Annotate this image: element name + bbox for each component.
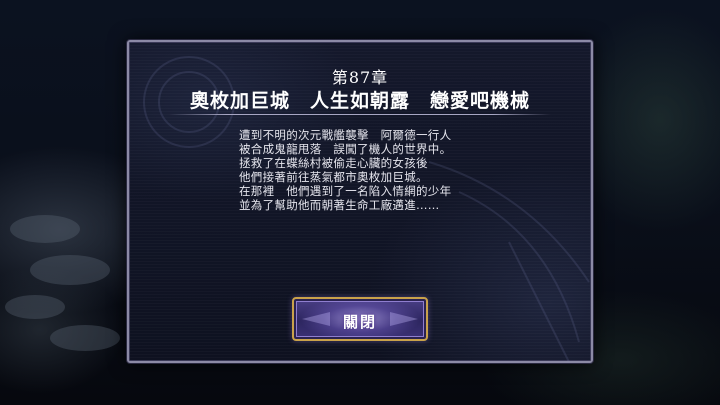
chapter-title: 奧枚加巨城 人生如朝露 戀愛吧機械 xyxy=(189,90,530,112)
close-button-label: 關閉 xyxy=(342,313,377,331)
background-stone xyxy=(30,255,110,285)
synopsis-line: 遭到不明的次元戰艦襲擊 阿爾德一行人 xyxy=(239,128,452,142)
close-button[interactable]: 關閉 xyxy=(292,297,428,341)
background-stone xyxy=(5,295,65,319)
synopsis-line: 並為了幫助他而朝著生命工廠邁進…… xyxy=(239,198,440,212)
title-divider xyxy=(169,114,551,115)
chapter-number: 第87章 xyxy=(331,68,389,87)
chapter-dialog: 第87章 奧枚加巨城 人生如朝露 戀愛吧機械 遭到不明的次元戰艦襲擊 阿爾德一行… xyxy=(127,40,593,363)
synopsis-line: 被合成鬼龍甩落 誤闖了機人的世界中。 xyxy=(239,142,452,156)
chapter-synopsis: 遭到不明的次元戰艦襲擊 阿爾德一行人 被合成鬼龍甩落 誤闖了機人的世界中。 拯救… xyxy=(239,128,529,212)
background-stone xyxy=(50,325,120,351)
background-stone xyxy=(10,215,80,243)
synopsis-line: 他們接著前往蒸氣都市奧枚加巨城。 xyxy=(239,170,428,184)
synopsis-line: 在那裡 他們遇到了一名陷入情網的少年 xyxy=(239,184,452,198)
synopsis-line: 拯救了在蝶絲村被偷走心臟的女孩後 xyxy=(239,156,428,170)
